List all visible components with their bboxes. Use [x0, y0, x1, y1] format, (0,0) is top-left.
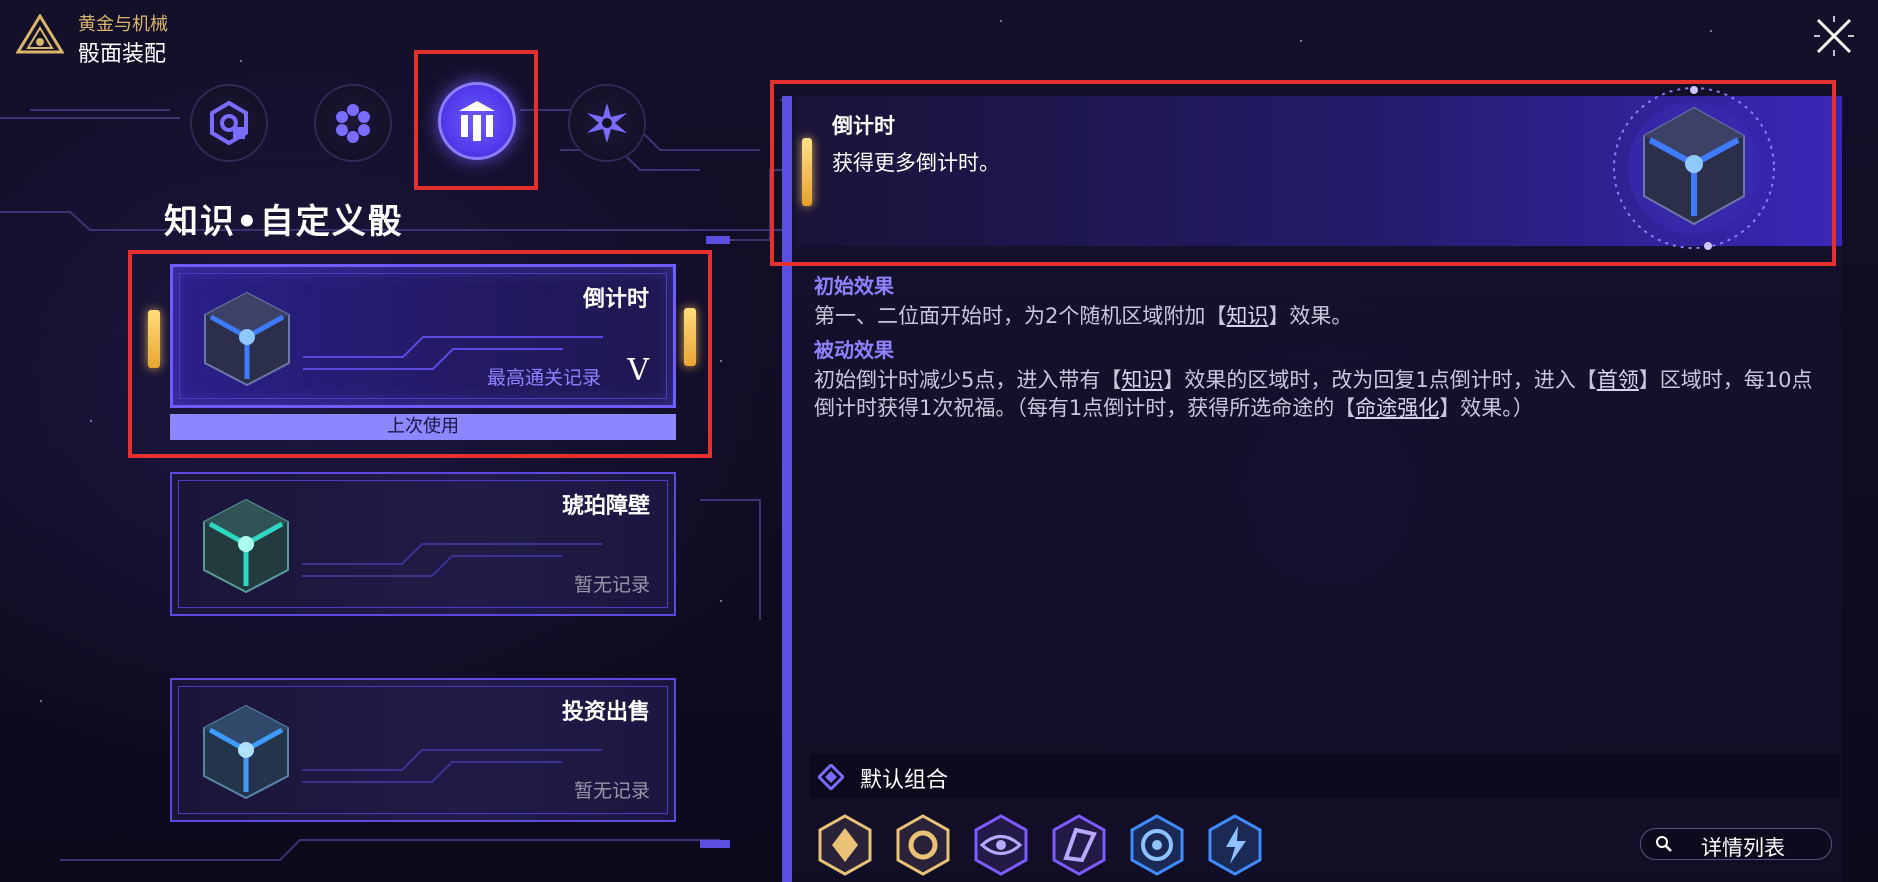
abundance-icon[interactable] [892, 814, 954, 876]
gear-hex-icon [210, 100, 248, 146]
detail-marker [802, 138, 812, 206]
tab-star-burst[interactable] [568, 84, 646, 162]
honeycomb-icon [336, 104, 370, 143]
card-circuit-traces [302, 749, 602, 783]
card-best-record-label: 最高通关记录 [486, 367, 601, 389]
combo-diamond-icon [818, 764, 844, 790]
passive-effect-heading: 被动效果 [814, 338, 894, 362]
ice-icon[interactable] [1126, 814, 1188, 876]
app-title: 骰面装配 [78, 42, 167, 67]
card-name: 琥珀障壁 [561, 494, 650, 519]
dice-cube-icon [203, 498, 289, 594]
dice-cube-icon [203, 704, 289, 800]
dice-card-amber-barrier[interactable]: 琥珀障壁 暂无记录 [170, 472, 676, 616]
default-combo-bar [810, 754, 1840, 798]
search-icon [1656, 836, 1672, 852]
golden-machine-logo-icon [16, 14, 64, 54]
card-left-marker [148, 310, 160, 368]
dice-card-investment-sale[interactable]: 投资出售 暂无记录 [170, 678, 676, 822]
initial-effect-heading: 初始效果 [814, 274, 894, 298]
tab-gear-hex[interactable] [190, 84, 268, 162]
pillars-icon [459, 101, 495, 141]
card-name: 倒计时 [582, 287, 649, 312]
eye-icon[interactable] [970, 814, 1032, 876]
card-no-record-label: 暂无记录 [573, 574, 650, 596]
details-list-button[interactable]: 详情列表 [1640, 828, 1832, 860]
card-no-record-label: 暂无记录 [573, 780, 650, 802]
preservation-icon[interactable] [814, 814, 876, 876]
keyword-link[interactable]: 知识 [1121, 368, 1163, 392]
detail-dice-description: 获得更多倒计时。 [832, 151, 1000, 175]
app-subtitle: 黄金与机械 [78, 14, 168, 35]
keyword-link[interactable]: 命途强化 [1355, 396, 1439, 420]
last-used-label: 上次使用 [170, 414, 676, 440]
star-burst-icon [587, 103, 627, 143]
passive-effect-text: 初始倒计时减少5点，进入带有【知识】效果的区域时，改为回复1点倒计时，进入【首领… [814, 368, 1813, 420]
dice-card-countdown[interactable]: 倒计时 最高通关记录 V [170, 264, 676, 408]
detail-dice-name: 倒计时 [832, 114, 895, 138]
tab-honeycomb[interactable] [314, 84, 392, 162]
card-name: 投资出售 [561, 700, 650, 725]
details-list-label: 详情列表 [1701, 836, 1785, 860]
default-combo-title: 默认组合 [860, 768, 949, 793]
hunt-icon[interactable] [1048, 814, 1110, 876]
initial-effect-text: 第一、二位面开始时，为2个随机区域附加【知识】效果。 [814, 304, 1353, 328]
keyword-link[interactable]: 首领 [1597, 368, 1639, 392]
keyword-link[interactable]: 知识 [1226, 304, 1268, 328]
tab-pillars[interactable] [438, 82, 516, 160]
close-icon[interactable] [1812, 14, 1856, 58]
dice-cube-icon [204, 291, 290, 387]
card-right-marker [684, 308, 696, 366]
card-circuit-traces [302, 543, 602, 577]
card-rank-roman: V [627, 353, 649, 388]
section-title: 知识•自定义骰 [164, 202, 404, 242]
lightning-icon[interactable] [1204, 814, 1266, 876]
detail-dice-cube-icon [1613, 86, 1775, 250]
